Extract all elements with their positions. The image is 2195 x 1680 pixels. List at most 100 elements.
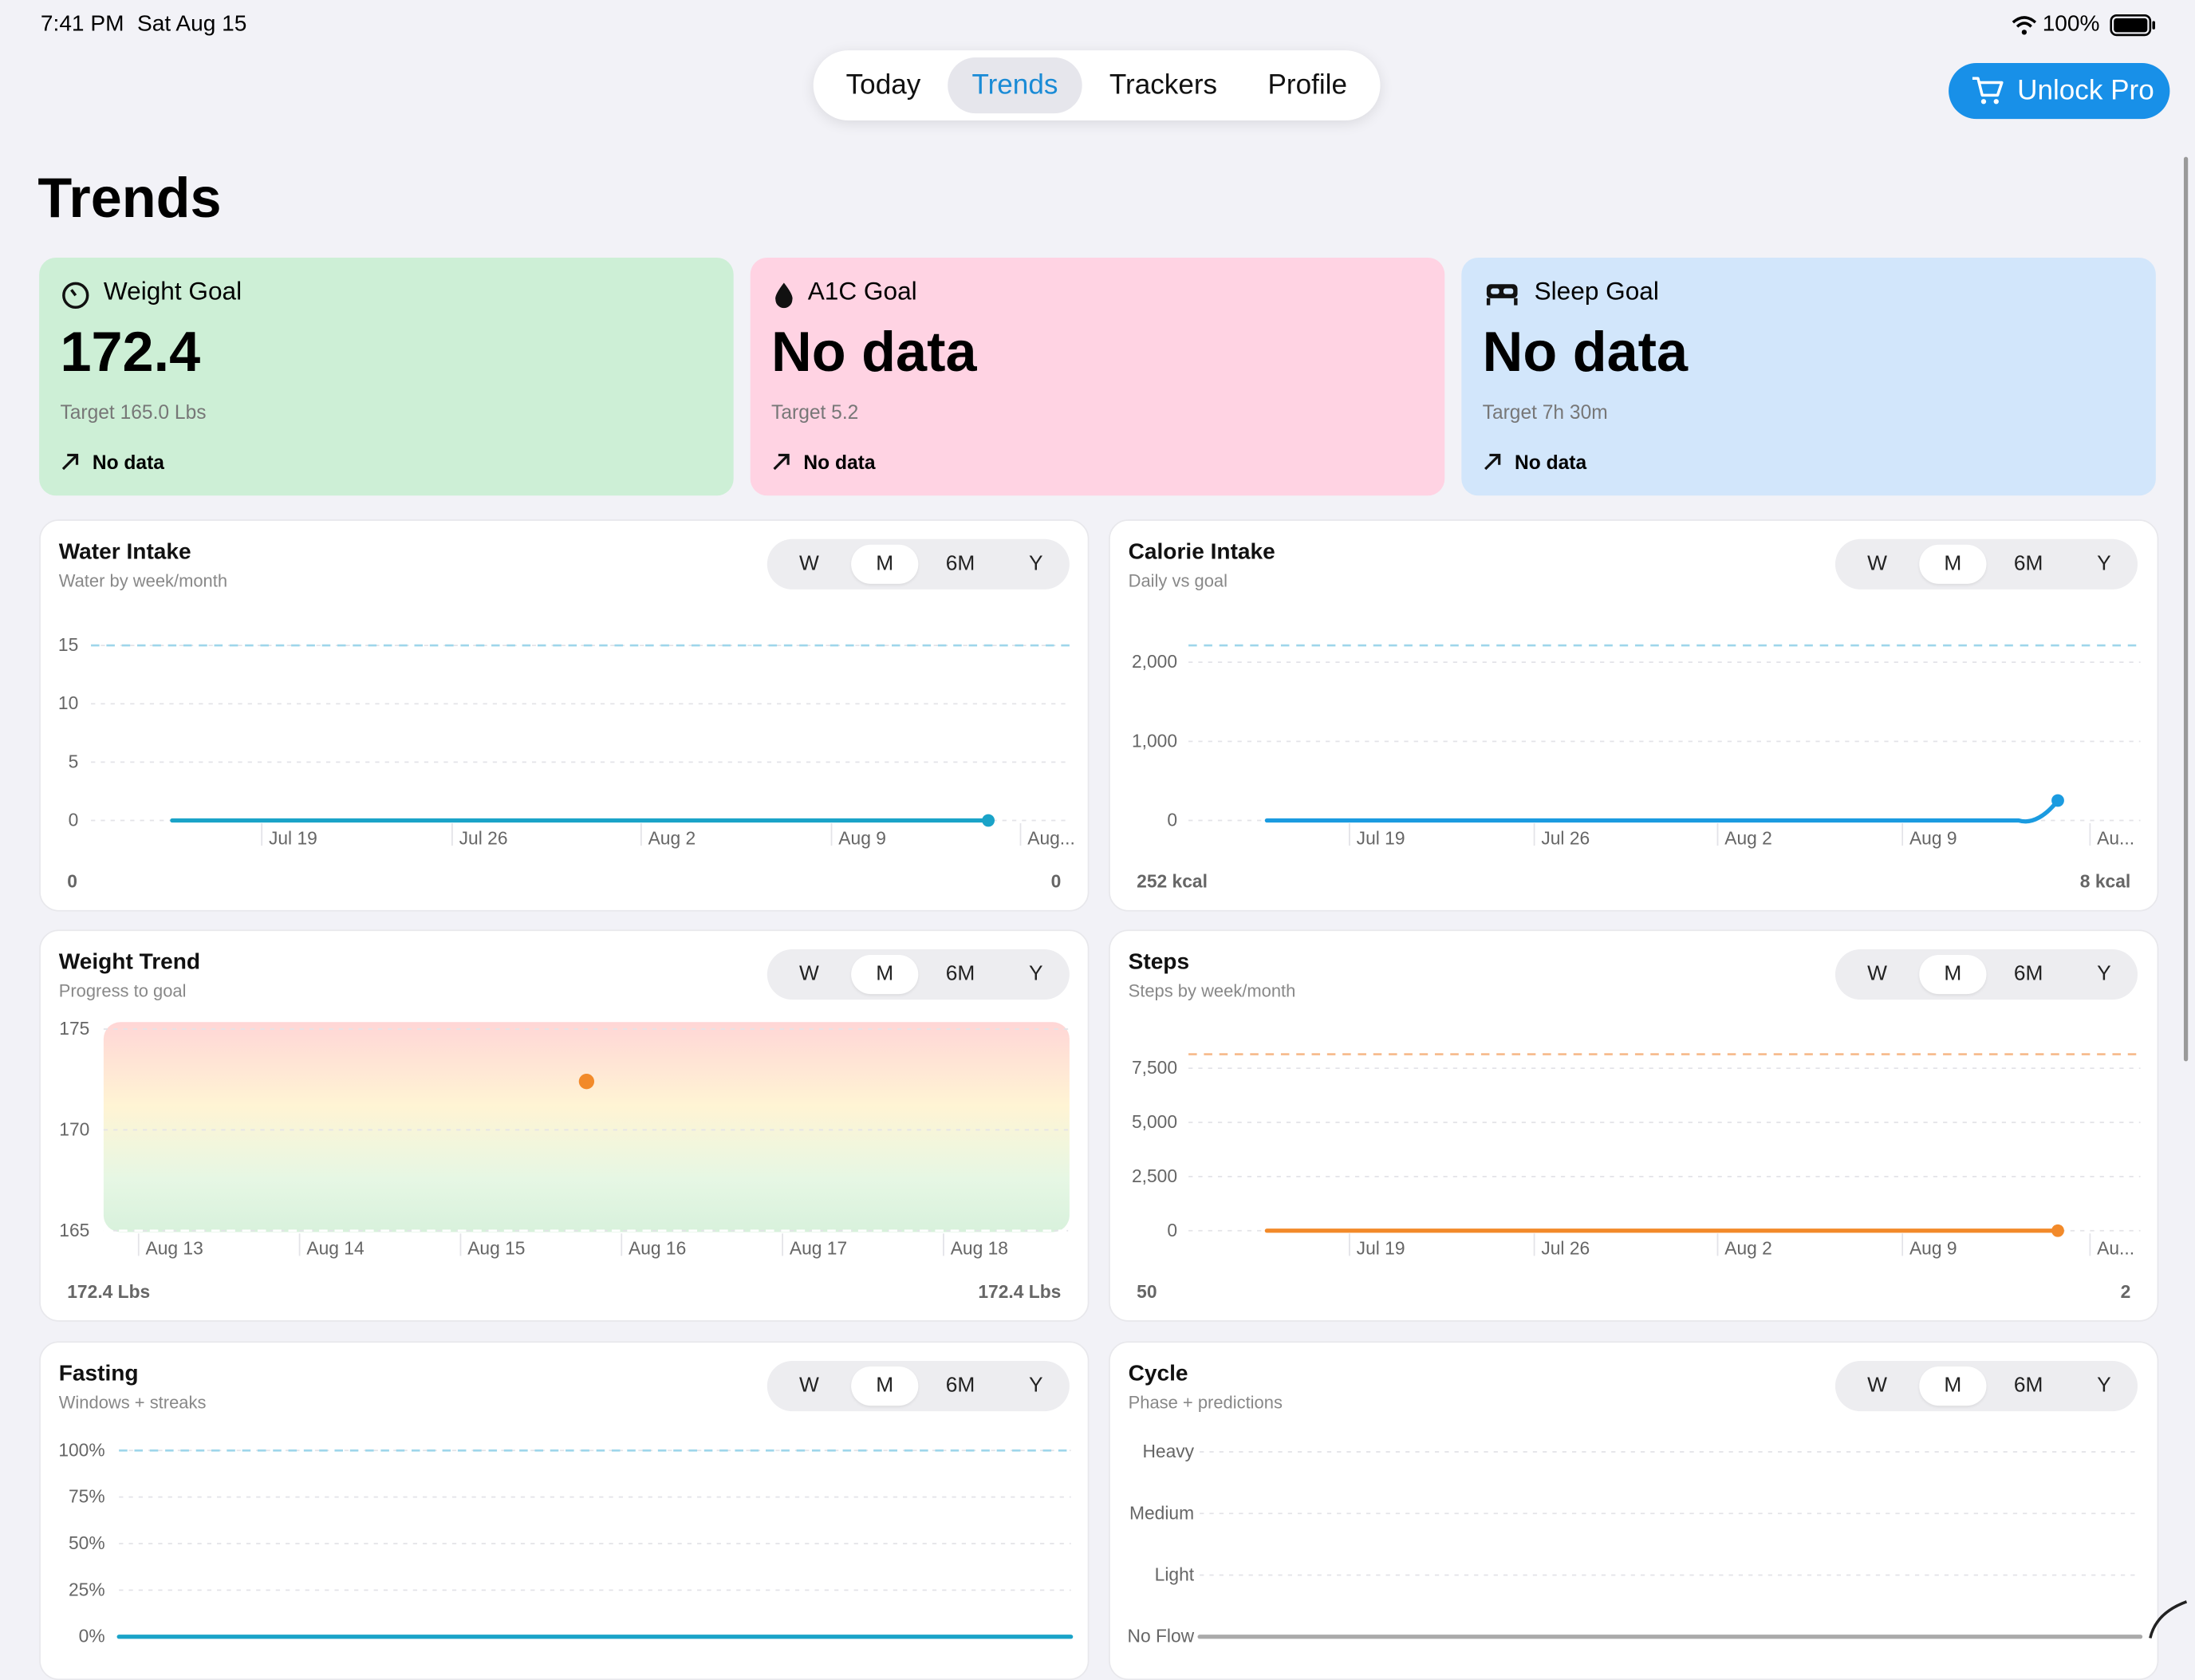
x-tick-label: Jul 19 — [1357, 1238, 1405, 1259]
cart-icon — [1972, 77, 2004, 105]
goal-target: Target 7h 30m — [1482, 400, 1608, 424]
water-intake-card: Water Intake Water by week/month W M 6M Y 0… — [39, 519, 1090, 912]
goal-zone-band — [103, 1022, 1070, 1232]
calorie-intake-card: Calorie Intake Daily vs goal W M 6M Y 0 1,00… — [1109, 519, 2159, 912]
wifi-icon — [2012, 16, 2037, 35]
x-tick-label: Aug 14 — [306, 1238, 365, 1259]
sleep-goal-card[interactable]: Sleep Goal No data Target 7h 30m No data — [1461, 257, 2156, 496]
x-tick-label: Jul 26 — [459, 827, 508, 848]
y-tick-label: Medium — [1129, 1502, 1194, 1523]
x-tick-label: Aug 9 — [1909, 827, 1957, 848]
goal-trend: No data — [1515, 451, 1587, 474]
x-tick-label: Au... — [2097, 827, 2134, 848]
x-tick-label: Aug 9 — [1909, 1238, 1957, 1259]
fasting-chart: 0% 25% 50% 75% 100% — [58, 1439, 1074, 1646]
y-tick-label: 15 — [58, 634, 78, 655]
footer-right-value: 2 — [2120, 1280, 2131, 1303]
unlock-pro-button[interactable]: Unlock Pro — [1949, 62, 2170, 120]
weight-chart: 165 170 175 Aug 13 Aug 14 Aug 15 Aug 16 Aug 17 A… — [59, 1018, 1070, 1259]
goal-value: No data — [1482, 321, 1689, 384]
footer-left-value: 0 — [67, 870, 77, 892]
y-tick-label: 10 — [58, 692, 78, 713]
steps-chart: 0 2,500 5,000 7,500 Jul 19 Jul 26 Aug 2 Aug 9 Au… — [1132, 1053, 2141, 1259]
x-tick-label: Aug... — [1027, 827, 1075, 848]
cycle-card: Cycle Phase + predictions W M 6M Y No Flow L… — [1109, 1341, 2159, 1680]
y-tick-label: 0 — [1167, 1220, 1177, 1240]
data-point — [578, 1074, 595, 1090]
footer-right-value: 172.4 Lbs — [978, 1280, 1062, 1303]
y-tick-label: Light — [1155, 1564, 1195, 1585]
water-chart: 0 5 10 15 Jul 19 Jul 26 Aug 2 Aug 9 Aug... — [58, 634, 1075, 848]
arrow-up-right-icon — [1484, 453, 1501, 471]
goal-target: Target 165.0 Lbs — [60, 400, 207, 424]
y-tick-label: 2,000 — [1132, 651, 1177, 672]
x-tick-label: Jul 26 — [1541, 827, 1590, 848]
weight-goal-card[interactable]: Weight Goal 172.4 Target 165.0 Lbs No da… — [39, 257, 734, 496]
battery-icon — [2110, 14, 2155, 37]
weight-trend-card: Weight Trend Progress to goal W M 6M Y 165 1… — [39, 929, 1090, 1322]
unlock-pro-label: Unlock Pro — [2017, 75, 2154, 107]
status-date: Sat Aug 15 — [137, 12, 247, 37]
fasting-card: Fasting Windows + streaks W M 6M Y 0% 25% 50%… — [39, 1341, 1090, 1680]
y-tick-label: 0 — [69, 810, 79, 830]
footer-right-value: 0 — [1050, 870, 1062, 892]
goal-trend: No data — [92, 451, 164, 474]
cycle-chart: No Flow Light Medium Heavy — [1127, 1441, 2143, 1646]
goal-value: No data — [771, 321, 977, 384]
goal-title: Sleep Goal — [1534, 277, 1659, 306]
pencil-handle-icon — [2149, 1600, 2188, 1639]
y-tick-label: 100% — [58, 1439, 104, 1460]
tab-trackers[interactable]: Trackers — [1094, 57, 1234, 113]
y-tick-label: Heavy — [1142, 1441, 1194, 1461]
y-tick-label: 7,500 — [1132, 1057, 1177, 1078]
calorie-chart: 0 1,000 2,000 Jul 19 Jul 26 Aug 2 Aug 9 Au... — [1132, 644, 2141, 848]
y-tick-label: 165 — [59, 1220, 89, 1240]
goal-title: Weight Goal — [103, 277, 242, 306]
x-tick-label: Jul 19 — [1357, 827, 1405, 848]
x-tick-label: Aug 16 — [629, 1238, 686, 1259]
x-tick-label: Aug 9 — [838, 827, 886, 848]
data-point — [2051, 794, 2064, 807]
y-tick-label: 0 — [1167, 810, 1177, 830]
scale-icon — [62, 282, 89, 310]
footer-right-value: 8 kcal — [2079, 870, 2131, 892]
arrow-up-right-icon — [773, 453, 790, 471]
goal-trend: No data — [803, 451, 876, 474]
y-tick-label: 2,500 — [1132, 1165, 1177, 1186]
series-line — [1264, 798, 2060, 824]
nav-segmented-control: Today Trends Trackers Profile — [813, 50, 1381, 120]
y-tick-label: 5,000 — [1132, 1111, 1177, 1132]
x-tick-label: Jul 26 — [1541, 1238, 1590, 1259]
x-tick-label: Aug 15 — [467, 1238, 525, 1259]
x-tick-label: Aug 18 — [951, 1238, 1008, 1259]
steps-card: Steps Steps by week/month W M 6M Y 0 2,500 5,… — [1109, 929, 2159, 1322]
y-tick-label: 25% — [69, 1579, 105, 1599]
y-tick-label: 50% — [69, 1532, 105, 1553]
x-tick-label: Aug 2 — [1724, 827, 1772, 848]
app-root: 7:41 PM Sat Aug 15 100% Today Trends Tra… — [0, 0, 2195, 1680]
bed-icon — [1486, 284, 1518, 306]
goal-target: Target 5.2 — [771, 400, 859, 424]
y-tick-label: 1,000 — [1132, 730, 1177, 751]
y-tick-label: No Flow — [1127, 1626, 1194, 1646]
drop-icon — [775, 282, 793, 309]
battery-percent: 100% — [2042, 12, 2100, 37]
goal-value: 172.4 — [60, 321, 201, 384]
a1c-goal-card[interactable]: A1C Goal No data Target 5.2 No data — [750, 257, 1445, 496]
y-tick-label: 175 — [59, 1018, 89, 1039]
y-tick-label: 170 — [59, 1118, 89, 1139]
tab-profile[interactable]: Profile — [1250, 57, 1365, 113]
data-point — [982, 814, 995, 827]
x-tick-label: Jul 19 — [269, 827, 317, 848]
page-title: Trends — [37, 168, 222, 230]
footer-left-value: 50 — [1137, 1280, 1157, 1303]
x-tick-label: Aug 17 — [790, 1238, 847, 1259]
x-tick-label: Aug 2 — [648, 827, 696, 848]
tab-today[interactable]: Today — [827, 57, 939, 113]
footer-left-value: 172.4 Lbs — [67, 1280, 151, 1303]
x-tick-label: Aug 2 — [1724, 1238, 1772, 1259]
goal-title: A1C Goal — [807, 277, 917, 306]
scrollbar[interactable] — [2183, 156, 2189, 1062]
arrow-up-right-icon — [61, 453, 79, 471]
tab-trends[interactable]: Trends — [948, 57, 1082, 114]
